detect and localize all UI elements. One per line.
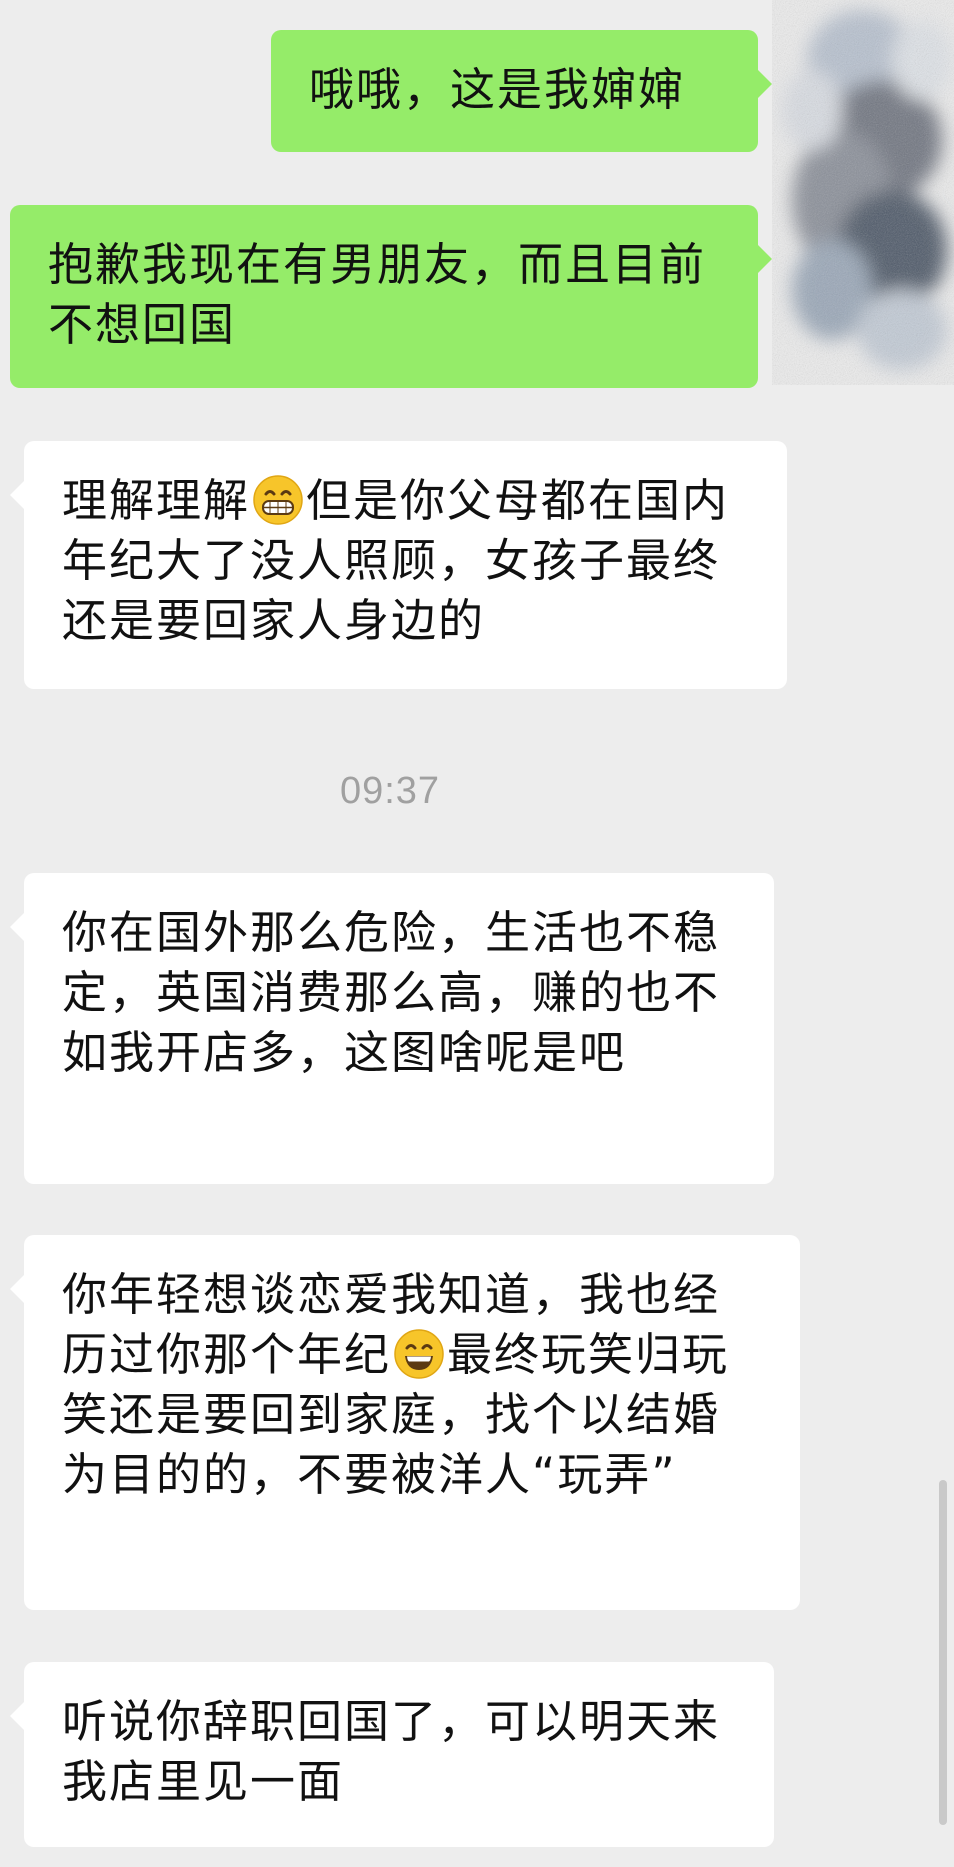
message-bubble-self[interactable]: 哦哦，这是我婶婶 bbox=[271, 30, 772, 152]
chat-timestamp: 09:37 bbox=[339, 770, 441, 812]
grinning-face-emoji-icon bbox=[252, 474, 304, 526]
message-bubble-other[interactable]: 听说你辞职回国了，可以明天来我店里见一面 bbox=[10, 1662, 774, 1847]
message-text: 你在国外那么危险，生活也不稳定，英国消费那么高，赚的也不如我开店多，这图啥呢是吧 bbox=[62, 906, 721, 1079]
blurred-avatar-icon bbox=[772, 0, 954, 385]
contact-avatar-blurred[interactable] bbox=[772, 0, 954, 385]
chat-scrollbar[interactable] bbox=[939, 1480, 947, 1825]
message-text: 理解理解 bbox=[62, 474, 251, 527]
message-bubble-other[interactable]: 你在国外那么危险，生活也不稳定，英国消费那么高，赚的也不如我开店多，这图啥呢是吧 bbox=[10, 873, 774, 1184]
message-bubble-other[interactable]: 理解理解 但是你父母都在国内年纪大了没人照顾，女孩子最终还是要回家人身边的 bbox=[10, 441, 787, 689]
chat-area[interactable]: 哦哦，这是我婶婶 抱歉我现在有男朋友，而且目前不想回国 理解理解 但是你父母都在国… bbox=[0, 0, 954, 1867]
message-text: 哦哦，这是我婶婶 bbox=[309, 63, 686, 116]
message-text: 抱歉我现在有男朋友，而且目前不想回国 bbox=[48, 238, 707, 351]
message-bubble-self[interactable]: 抱歉我现在有男朋友，而且目前不想回国 bbox=[10, 205, 772, 388]
smiling-face-emoji-icon bbox=[393, 1328, 445, 1380]
message-text: 听说你辞职回国了，可以明天来我店里见一面 bbox=[62, 1695, 721, 1808]
message-bubble-other[interactable]: 你年轻想谈恋爱我知道，我也经历过你那个年纪 最终玩笑归玩笑还是要回到家庭，找个以结… bbox=[10, 1235, 800, 1610]
